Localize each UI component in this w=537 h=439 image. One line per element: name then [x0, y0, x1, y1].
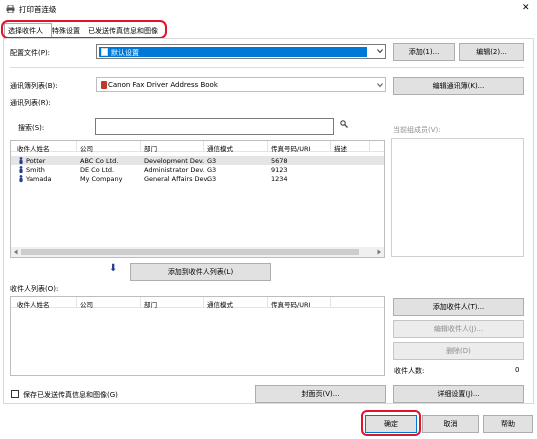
- cancel-button[interactable]: 取消: [422, 415, 479, 433]
- search-input[interactable]: [95, 118, 334, 135]
- column-divider: [76, 297, 77, 307]
- close-icon[interactable]: ✕: [522, 3, 530, 13]
- address-book-value: Canon Fax Driver Address Book: [108, 81, 218, 89]
- row-fax: 9123: [271, 166, 288, 174]
- column-divider: [330, 297, 331, 307]
- person-icon: [19, 175, 23, 182]
- col-header-name[interactable]: 收件人姓名: [17, 299, 50, 309]
- column-divider: [267, 141, 268, 151]
- row-dept: General Affairs Dev.: [144, 175, 209, 183]
- column-divider: [203, 297, 204, 307]
- address-grid: 收件人姓名 公司 部门 通信模式 传真号码/URI 描述 Potter ABC …: [10, 140, 385, 258]
- row-mode: G3: [207, 175, 217, 183]
- col-header-mode[interactable]: 通信模式: [207, 299, 233, 309]
- profile-doc-icon: [101, 48, 108, 56]
- recipient-grid-header: 收件人姓名 公司 部门 通信模式 传真号码/URI: [11, 297, 384, 309]
- search-label: 搜索(S):: [18, 124, 45, 132]
- save-info-label: 保存已发送传真信息和图像(G): [23, 391, 118, 399]
- column-divider: [140, 297, 141, 307]
- column-divider: [369, 141, 370, 151]
- col-header-mode[interactable]: 通信模式: [207, 143, 233, 153]
- column-divider: [203, 141, 204, 151]
- arrow-down-icon: ⬇: [109, 263, 118, 274]
- address-list-label: 通讯列表(R):: [10, 99, 51, 107]
- table-row[interactable]: Potter ABC Co Ltd. Development Dev. G3 5…: [11, 156, 384, 165]
- tabs-highlight: [1, 20, 167, 39]
- save-info-checkbox[interactable]: [11, 390, 19, 398]
- address-book-icon: [101, 81, 107, 89]
- profile-add-button[interactable]: 添加(1)...: [393, 43, 455, 61]
- ok-button-highlight: [361, 410, 421, 436]
- horizontal-scrollbar[interactable]: [11, 247, 384, 257]
- edit-address-book-button[interactable]: 编辑通讯簿(K)...: [393, 77, 524, 95]
- column-divider: [330, 141, 331, 151]
- column-divider: [140, 141, 141, 151]
- col-header-fax[interactable]: 传真号码/URI: [271, 299, 310, 309]
- help-button[interactable]: 帮助: [483, 415, 533, 433]
- col-header-dept[interactable]: 部门: [144, 143, 157, 153]
- col-header-dept[interactable]: 部门: [144, 299, 157, 309]
- row-company: DE Co Ltd.: [80, 166, 115, 174]
- col-header-company[interactable]: 公司: [80, 143, 93, 153]
- recipient-count-value: 0: [515, 366, 520, 374]
- row-mode: G3: [207, 166, 217, 174]
- column-divider: [267, 297, 268, 307]
- person-icon: [19, 166, 23, 173]
- profile-edit-button[interactable]: 编辑(2)...: [459, 43, 524, 61]
- printer-icon: [6, 4, 15, 14]
- detailed-settings-button[interactable]: 详细设置(J)...: [393, 385, 524, 403]
- recipient-list-label: 收件人列表(O):: [10, 285, 59, 293]
- column-divider: [76, 141, 77, 151]
- add-recipient-button[interactable]: 添加收件人(T)...: [393, 298, 524, 316]
- chevron-down-icon: [377, 48, 383, 54]
- address-grid-header: 收件人姓名 公司 部门 通信模式 传真号码/URI 描述: [11, 141, 384, 153]
- person-icon: [19, 157, 23, 164]
- search-icon[interactable]: [340, 120, 348, 128]
- address-book-select[interactable]: Canon Fax Driver Address Book: [96, 77, 386, 92]
- row-company: My Company: [80, 175, 123, 183]
- chevron-down-icon: [377, 82, 383, 88]
- add-to-recipient-list-button[interactable]: 添加到收件人列表(L): [130, 263, 271, 281]
- separator: [10, 67, 524, 68]
- col-header-name[interactable]: 收件人姓名: [17, 143, 50, 153]
- row-dept: Development Dev.: [144, 157, 205, 165]
- scroll-left-icon[interactable]: [13, 249, 19, 255]
- profile-value: 默认设置: [111, 49, 139, 57]
- delete-recipient-button[interactable]: 删除(D): [393, 342, 524, 360]
- row-fax: 1234: [271, 175, 288, 183]
- row-name: Smith: [26, 166, 45, 174]
- col-header-fax[interactable]: 传真号码/URI: [271, 143, 310, 153]
- table-row[interactable]: Smith DE Co Ltd. Administrator Dev. G3 9…: [11, 165, 384, 174]
- window-title: 打印首连级: [19, 5, 57, 14]
- current-members-label: 当前组成员(V):: [393, 126, 441, 134]
- row-dept: Administrator Dev.: [144, 166, 205, 174]
- col-header-desc[interactable]: 描述: [334, 143, 347, 153]
- col-header-company[interactable]: 公司: [80, 299, 93, 309]
- edit-recipient-button[interactable]: 编辑收件人(J)...: [393, 320, 524, 338]
- address-book-label: 通讯簿列表(B):: [10, 82, 58, 90]
- current-members-box: [391, 138, 524, 257]
- tab-strip: 选择收件人 特殊设置 已发送传真信息和图像: [0, 18, 537, 39]
- cover-page-button[interactable]: 封面页(V)...: [255, 385, 386, 403]
- scrollbar-thumb[interactable]: [21, 249, 359, 255]
- profile-selected-highlight: [99, 47, 367, 57]
- row-company: ABC Co Ltd.: [80, 157, 119, 165]
- row-name: Yamada: [26, 175, 52, 183]
- row-name: Potter: [26, 157, 46, 165]
- title-bar: 打印首连级 ✕: [0, 0, 537, 18]
- profile-label: 配置文件(P):: [10, 49, 51, 57]
- scroll-right-icon[interactable]: [376, 249, 382, 255]
- row-fax: 5678: [271, 157, 288, 165]
- profile-select[interactable]: 默认设置: [96, 44, 386, 59]
- recipient-grid: 收件人姓名 公司 部门 通信模式 传真号码/URI: [10, 296, 385, 376]
- row-mode: G3: [207, 157, 217, 165]
- table-row[interactable]: Yamada My Company General Affairs Dev. G…: [11, 174, 384, 183]
- recipient-count-label: 收件人数:: [394, 367, 425, 375]
